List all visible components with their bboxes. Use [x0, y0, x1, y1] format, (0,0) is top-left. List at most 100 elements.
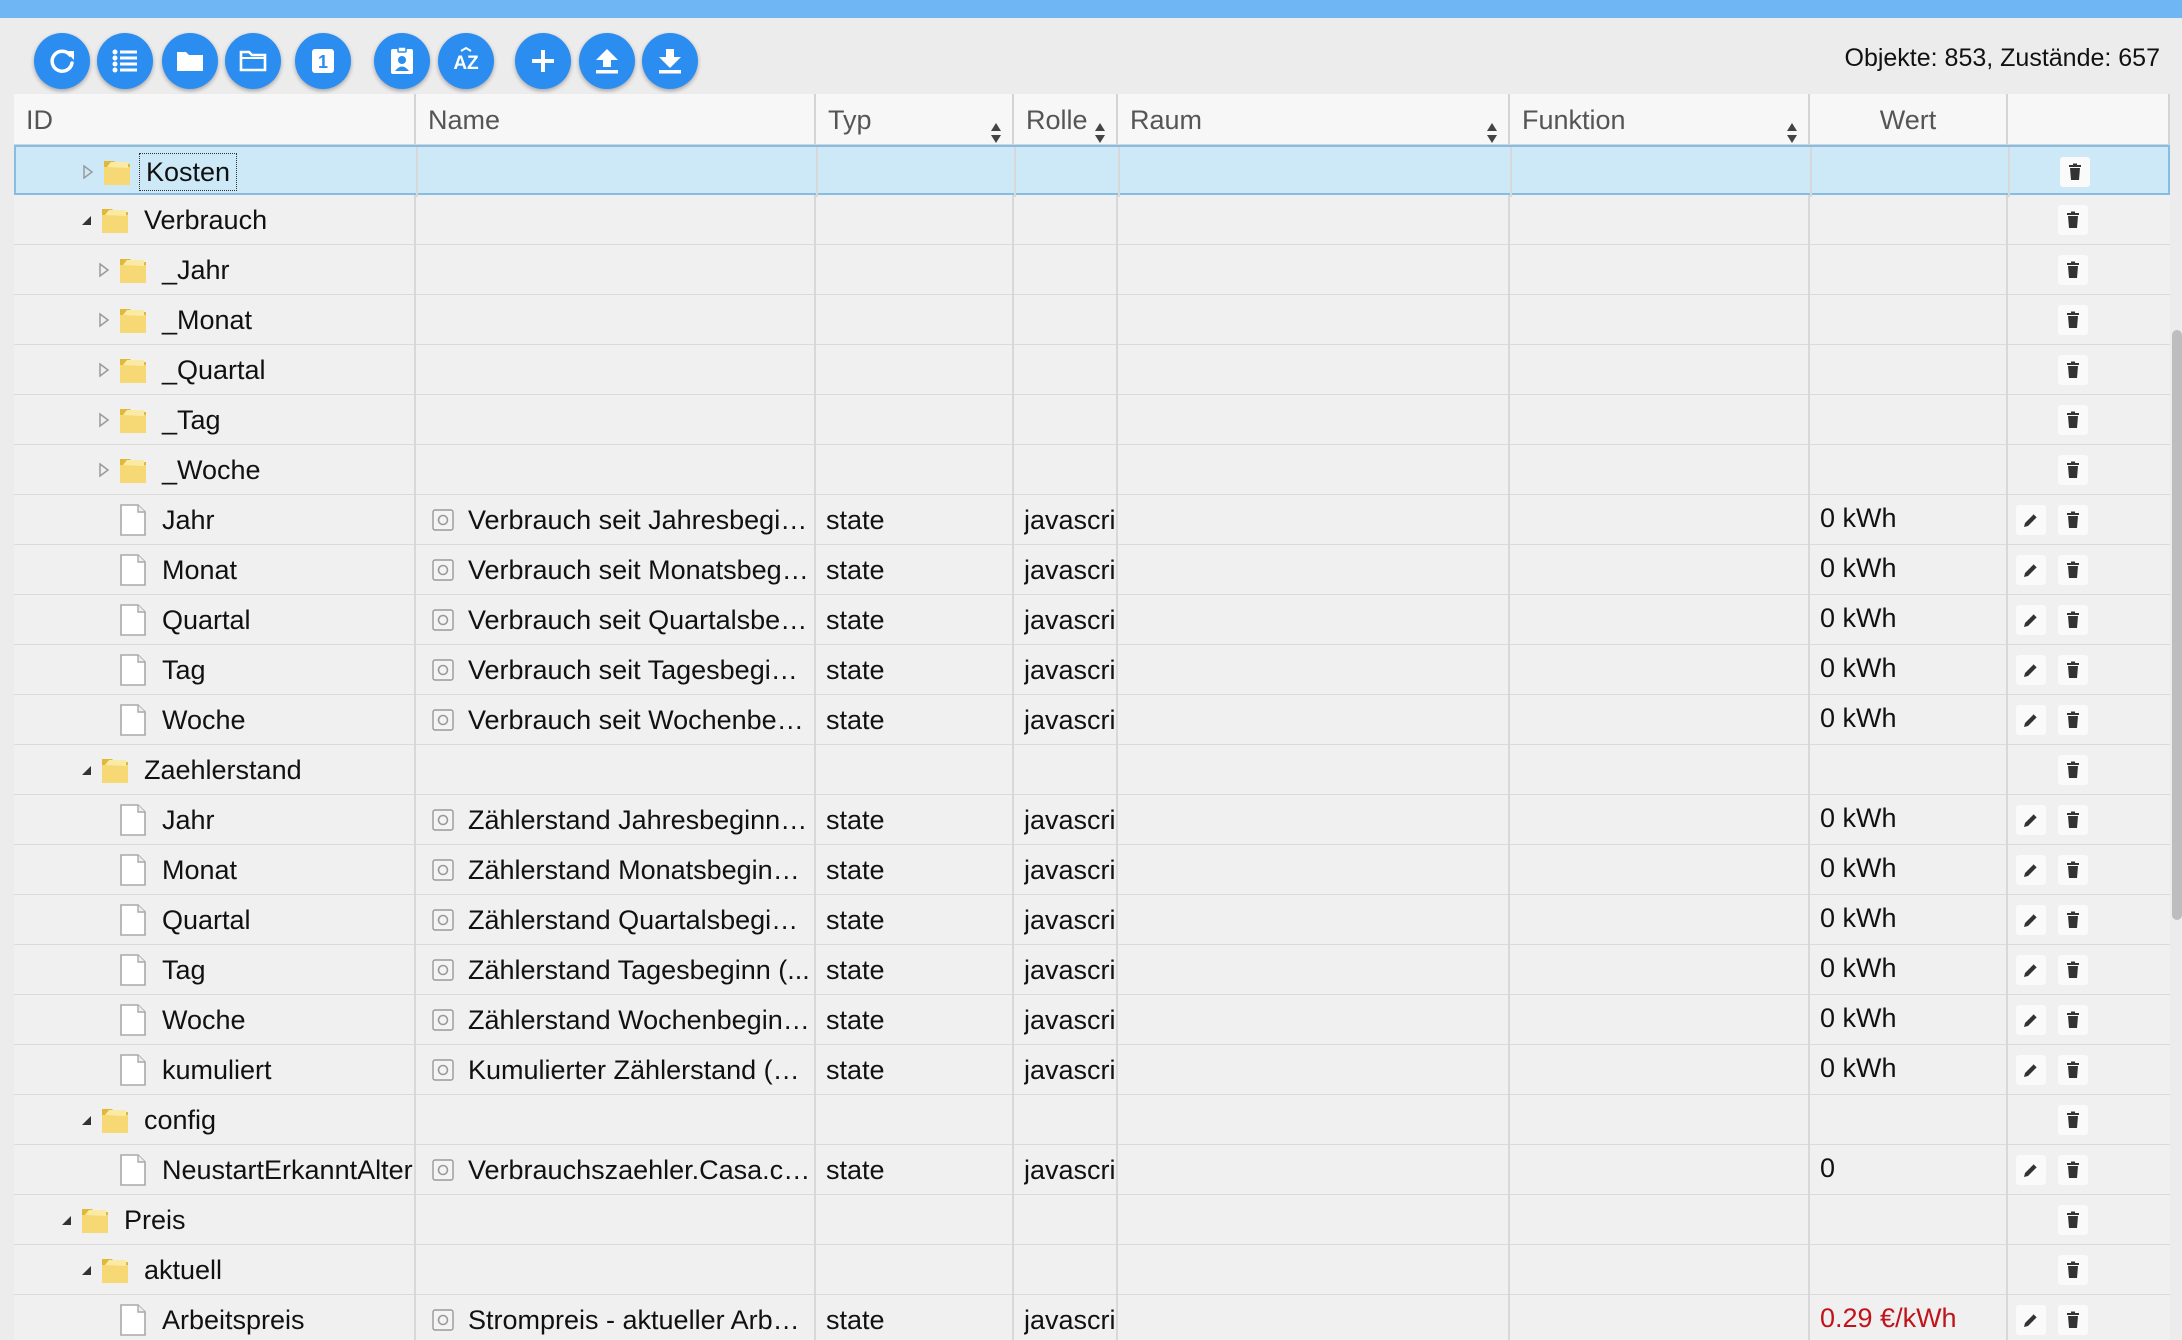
object-id[interactable]: Kosten — [139, 153, 238, 191]
table-row[interactable]: aktuell — [14, 1245, 2170, 1295]
object-value[interactable]: 0 kWh — [1820, 843, 1897, 893]
sort-az-button[interactable]: AZ — [438, 33, 494, 89]
edit-button[interactable] — [2016, 955, 2046, 985]
edit-button[interactable] — [2016, 1055, 2046, 1085]
object-id[interactable]: Jahr — [162, 795, 215, 845]
sort-arrows-icon[interactable] — [990, 109, 1002, 143]
add-button[interactable] — [515, 33, 571, 89]
edit-button[interactable] — [2016, 1305, 2046, 1335]
table-row[interactable]: Tag Zählerstand Tagesbeginn (... state java… — [14, 945, 2170, 995]
expanded-arrow-icon[interactable] — [78, 212, 94, 228]
expanded-arrow-icon[interactable] — [78, 1112, 94, 1128]
sort-arrows-icon[interactable] — [1486, 109, 1498, 143]
object-id[interactable]: Jahr — [162, 495, 215, 545]
column-header-wert[interactable]: Wert — [1810, 94, 2008, 144]
table-row[interactable]: Preis — [14, 1195, 2170, 1245]
table-row[interactable]: NeustartErkanntAlter Verbrauchszaehler.Ca… — [14, 1145, 2170, 1195]
object-value[interactable]: 0 kWh — [1820, 593, 1897, 643]
folder-open-button[interactable] — [225, 33, 281, 89]
edit-button[interactable] — [2016, 805, 2046, 835]
column-header-funktion[interactable]: Funktion — [1510, 94, 1810, 144]
delete-button[interactable] — [2058, 1005, 2088, 1035]
column-header-id[interactable]: ID — [14, 94, 416, 144]
delete-button[interactable] — [2058, 655, 2088, 685]
object-value[interactable]: 0 kWh — [1820, 993, 1897, 1043]
edit-button[interactable] — [2016, 655, 2046, 685]
delete-button[interactable] — [2058, 955, 2088, 985]
expanded-arrow-icon[interactable] — [78, 762, 94, 778]
object-id[interactable]: Quartal — [162, 595, 251, 645]
delete-button[interactable] — [2058, 1305, 2088, 1335]
object-id[interactable]: Tag — [162, 945, 206, 995]
object-id[interactable]: Arbeitspreis — [162, 1295, 305, 1340]
delete-button[interactable] — [2058, 805, 2088, 835]
object-value[interactable]: 0 kWh — [1820, 643, 1897, 693]
object-id[interactable]: kumuliert — [162, 1045, 272, 1095]
delete-button[interactable] — [2058, 455, 2088, 485]
edit-button[interactable] — [2016, 555, 2046, 585]
object-id[interactable]: Woche — [162, 695, 246, 745]
expanded-arrow-icon[interactable] — [58, 1212, 74, 1228]
delete-button[interactable] — [2058, 505, 2088, 535]
object-value[interactable]: 0 — [1820, 1143, 1835, 1193]
delete-button[interactable] — [2058, 605, 2088, 635]
table-row[interactable]: _Monat — [14, 295, 2170, 345]
table-row[interactable]: _Quartal — [14, 345, 2170, 395]
table-row[interactable]: _Jahr — [14, 245, 2170, 295]
collapsed-arrow-icon[interactable] — [96, 412, 112, 428]
download-button[interactable] — [642, 33, 698, 89]
object-id[interactable]: Quartal — [162, 895, 251, 945]
object-value[interactable]: 0 kWh — [1820, 493, 1897, 543]
list-view-button[interactable] — [97, 33, 153, 89]
table-row[interactable]: Quartal Zählerstand Quartalsbeginn... stat… — [14, 895, 2170, 945]
object-id[interactable]: NeustartErkanntAlter — [162, 1145, 413, 1195]
table-row[interactable]: Arbeitspreis Strompreis - aktueller Arbei… — [14, 1295, 2170, 1340]
object-value[interactable]: 0 kWh — [1820, 943, 1897, 993]
object-id[interactable]: Woche — [162, 995, 246, 1045]
column-header-rolle[interactable]: Rolle — [1014, 94, 1118, 144]
edit-button[interactable] — [2016, 905, 2046, 935]
delete-button[interactable] — [2058, 755, 2088, 785]
table-row[interactable]: _Tag — [14, 395, 2170, 445]
column-header-name[interactable]: Name — [416, 94, 816, 144]
object-id[interactable]: config — [144, 1095, 216, 1145]
delete-button[interactable] — [2058, 255, 2088, 285]
object-id[interactable]: Monat — [162, 845, 237, 895]
object-id[interactable]: _Monat — [162, 295, 252, 345]
delete-button[interactable] — [2058, 855, 2088, 885]
edit-button[interactable] — [2016, 855, 2046, 885]
object-id[interactable]: _Woche — [162, 445, 261, 495]
object-id[interactable]: _Tag — [162, 395, 221, 445]
delete-button[interactable] — [2058, 405, 2088, 435]
object-id[interactable]: Zaehlerstand — [144, 745, 302, 795]
object-value[interactable]: 0 kWh — [1820, 793, 1897, 843]
delete-button[interactable] — [2058, 905, 2088, 935]
delete-button[interactable] — [2058, 1105, 2088, 1135]
expanded-arrow-icon[interactable] — [78, 1262, 94, 1278]
table-row[interactable]: Woche Zählerstand Wochenbeginn... state jav… — [14, 995, 2170, 1045]
vertical-scrollbar[interactable] — [2172, 330, 2182, 920]
collapsed-arrow-icon[interactable] — [96, 462, 112, 478]
delete-button[interactable] — [2058, 355, 2088, 385]
delete-button[interactable] — [2058, 1055, 2088, 1085]
table-row[interactable]: _Woche — [14, 445, 2170, 495]
collapsed-arrow-icon[interactable] — [96, 312, 112, 328]
edit-button[interactable] — [2016, 705, 2046, 735]
refresh-button[interactable] — [34, 33, 90, 89]
object-id[interactable]: Verbrauch — [144, 195, 267, 245]
delete-button[interactable] — [2058, 205, 2088, 235]
folder-closed-button[interactable] — [162, 33, 218, 89]
column-header-typ[interactable]: Typ — [816, 94, 1014, 144]
delete-button[interactable] — [2058, 555, 2088, 585]
object-id[interactable]: Tag — [162, 645, 206, 695]
column-header-raum[interactable]: Raum — [1118, 94, 1510, 144]
object-value[interactable]: 0 kWh — [1820, 1043, 1897, 1093]
delete-button[interactable] — [2060, 157, 2090, 187]
table-row[interactable]: Verbrauch — [14, 195, 2170, 245]
number-one-button[interactable]: 1 — [295, 33, 351, 89]
table-row[interactable]: Jahr Zählerstand Jahresbeginn (... state ja… — [14, 795, 2170, 845]
table-row[interactable]: config — [14, 1095, 2170, 1145]
delete-button[interactable] — [2058, 1205, 2088, 1235]
delete-button[interactable] — [2058, 305, 2088, 335]
object-value[interactable]: 0 kWh — [1820, 543, 1897, 593]
